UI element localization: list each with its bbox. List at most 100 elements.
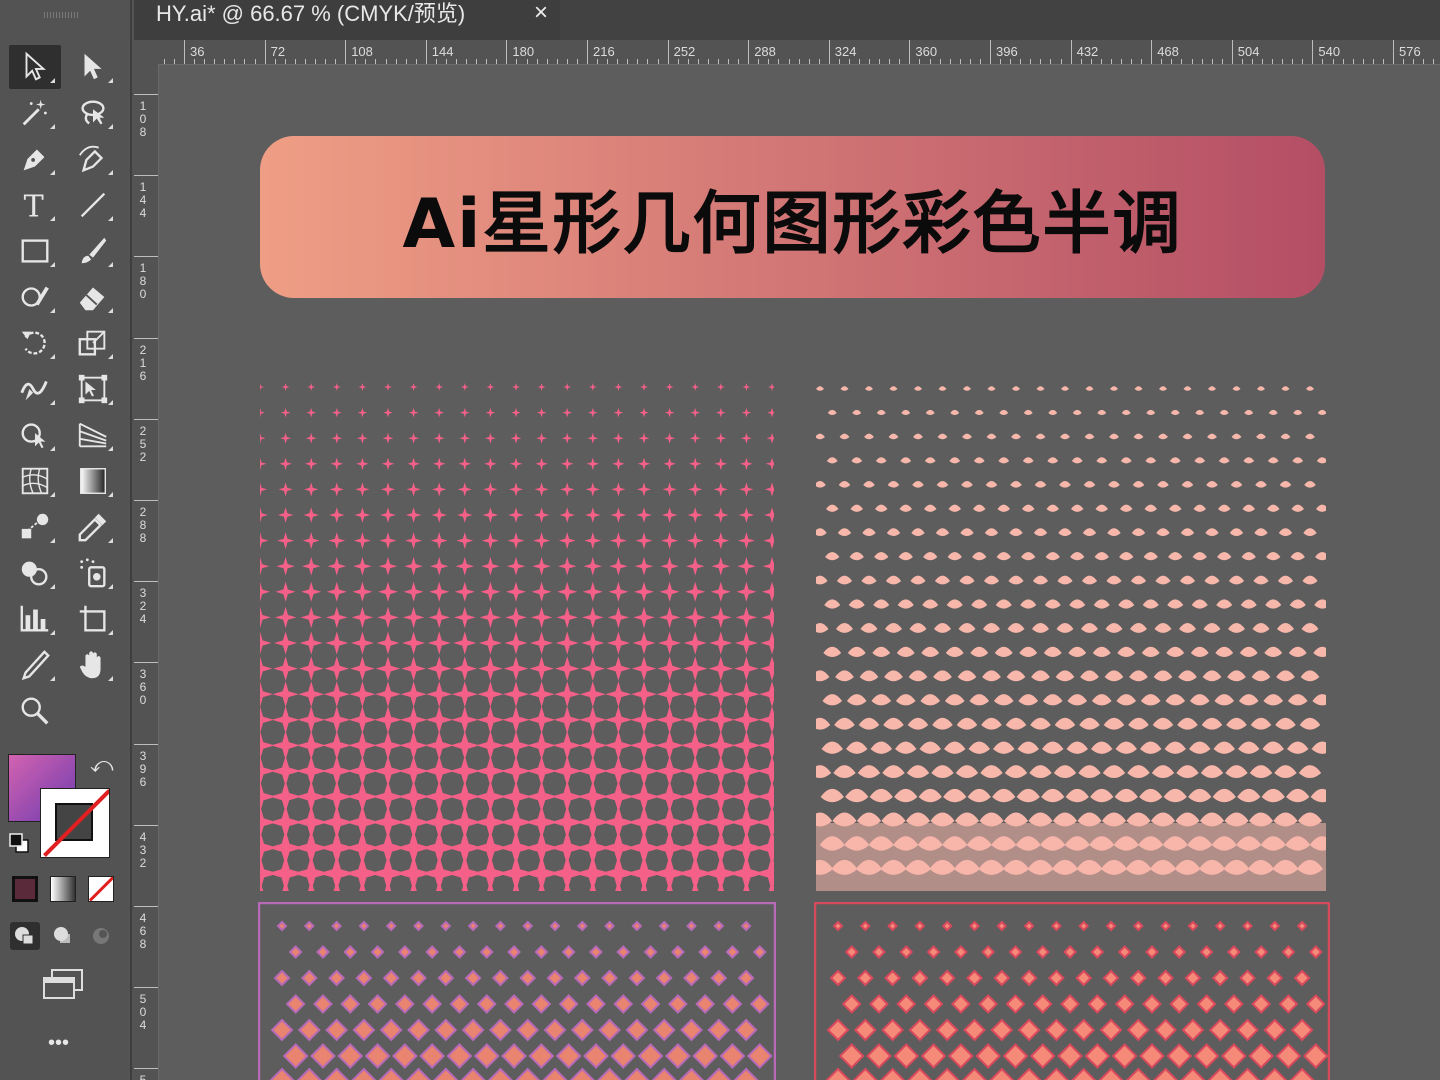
ruler-tick [134, 824, 158, 826]
ruler-h-label: 432 [1076, 44, 1099, 59]
panel-grip[interactable] [44, 12, 80, 18]
ruler-tick [134, 256, 158, 258]
type-tool[interactable]: T [9, 183, 61, 227]
ruler-tick [707, 59, 709, 64]
graph-tool[interactable] [9, 597, 61, 641]
artboard-canvas[interactable]: Ai星形几何图形彩色半调 [159, 65, 1440, 1080]
tool-group-indicator [50, 492, 55, 497]
ruler-tick [254, 59, 256, 64]
eraser-tool[interactable] [67, 275, 119, 319]
ruler-tick [314, 59, 316, 64]
symbol-sprayer-icon [80, 558, 106, 588]
ruler-tick [304, 59, 306, 64]
default-colors-icon[interactable] [8, 832, 30, 854]
live-paint-icon [21, 561, 48, 586]
close-tab-icon[interactable]: × [534, 0, 548, 27]
ruler-tick [1050, 59, 1052, 64]
eyedropper-tool[interactable] [67, 505, 119, 549]
ruler-tick [1030, 59, 1032, 64]
ruler-tick [939, 59, 941, 64]
zoom-icon [21, 697, 49, 725]
diamond-halftone-purple-pattern[interactable] [258, 902, 776, 1080]
ruler-tick [677, 59, 679, 64]
ruler-tick [647, 59, 649, 64]
ruler-tick [748, 40, 750, 64]
ruler-h-label: 216 [593, 44, 615, 59]
ruler-origin[interactable] [134, 40, 159, 65]
direct-selection-tool[interactable] [67, 45, 119, 89]
free-transform-tool[interactable] [67, 367, 119, 411]
ruler-h-label: 36 [190, 44, 205, 59]
ruler-tick [385, 59, 387, 64]
star-halftone-pattern[interactable] [260, 383, 774, 891]
horizontal-ruler[interactable]: 36 72 108 144 180 216 252 288 324 360 396 432 468 504… [158, 40, 1440, 65]
shaper-tool[interactable] [9, 275, 61, 319]
stroke-color-swatch[interactable] [40, 788, 110, 858]
lasso-tool[interactable] [67, 91, 119, 135]
ruler-tick [194, 59, 196, 64]
tool-group-indicator [108, 584, 113, 589]
ruler-tick [1201, 59, 1203, 64]
title-banner[interactable]: Ai星形几何图形彩色半调 [260, 136, 1325, 298]
mesh-tool[interactable] [9, 459, 61, 503]
ruler-tick [284, 59, 286, 64]
ruler-tick [415, 59, 417, 64]
tool-panel: T ⤺ ••• [0, 0, 132, 1080]
gradient-tool[interactable] [67, 459, 119, 503]
artboard-tool[interactable] [67, 597, 119, 641]
ruler-tick [738, 59, 740, 64]
swap-fill-stroke-icon[interactable]: ⤺ [90, 752, 114, 778]
ruler-tick [536, 59, 538, 64]
ruler-tick [264, 40, 266, 64]
pen-tool[interactable] [9, 137, 61, 181]
draw-behind-button[interactable] [48, 922, 78, 950]
ruler-tick [1231, 40, 1233, 64]
line-tool[interactable] [67, 183, 119, 227]
paintbrush-tool[interactable] [67, 229, 119, 273]
curvature-tool[interactable] [67, 137, 119, 181]
slice-tool[interactable] [9, 643, 61, 687]
vertical-ruler[interactable]: 108 144 180 216 252 288 324 360 396 432 468 504 5 [134, 64, 159, 1080]
ruler-tick [134, 500, 158, 501]
selection-tool[interactable] [9, 45, 61, 89]
symbol-sprayer-tool[interactable] [67, 551, 119, 595]
ruler-tick [134, 418, 158, 420]
ruler-tick [949, 59, 951, 64]
change-screen-mode-button[interactable] [40, 966, 86, 1007]
rectangle-tool[interactable] [9, 229, 61, 273]
ruler-h-label: 288 [754, 44, 776, 59]
gradient-mode-button[interactable] [50, 876, 76, 902]
document-tab[interactable]: HY.ai* @ 66.67 % (CMYK/预览) × [134, 0, 560, 40]
rotate-tool[interactable] [9, 321, 61, 365]
color-mode-button[interactable] [12, 876, 38, 902]
ruler-tick [879, 59, 881, 64]
draw-normal-button[interactable] [10, 922, 40, 950]
perspective-grid-tool[interactable] [67, 413, 119, 457]
ruler-tick [909, 40, 911, 64]
magic-wand-tool[interactable] [9, 91, 61, 135]
tool-group-indicator [108, 538, 113, 543]
ruler-tick [556, 59, 558, 64]
ruler-tick [466, 59, 468, 64]
shape-builder-icon [21, 423, 46, 449]
edit-toolbar-button[interactable]: ••• [48, 1032, 69, 1055]
draw-inside-button[interactable] [86, 922, 116, 950]
scale-tool[interactable] [67, 321, 119, 365]
ruler-tick [1181, 59, 1183, 64]
ruler-tick [1372, 59, 1374, 64]
shape-builder-tool[interactable] [9, 413, 61, 457]
live-paint-tool[interactable] [9, 551, 61, 595]
blend-tool[interactable] [9, 505, 61, 549]
zoom-tool[interactable] [9, 689, 61, 733]
tool-group-indicator [50, 630, 55, 635]
tool-group-indicator [108, 216, 113, 221]
none-mode-button[interactable] [88, 876, 114, 902]
hand-tool[interactable] [67, 643, 119, 687]
diamond-halftone-red-pattern[interactable] [814, 902, 1330, 1080]
warp-tool[interactable] [9, 367, 61, 411]
ruler-tick [1141, 59, 1143, 64]
ruler-tick [566, 59, 568, 64]
ruler-tick [838, 59, 840, 64]
ruler-tick [134, 175, 158, 177]
scale-halftone-pattern[interactable] [816, 383, 1326, 891]
